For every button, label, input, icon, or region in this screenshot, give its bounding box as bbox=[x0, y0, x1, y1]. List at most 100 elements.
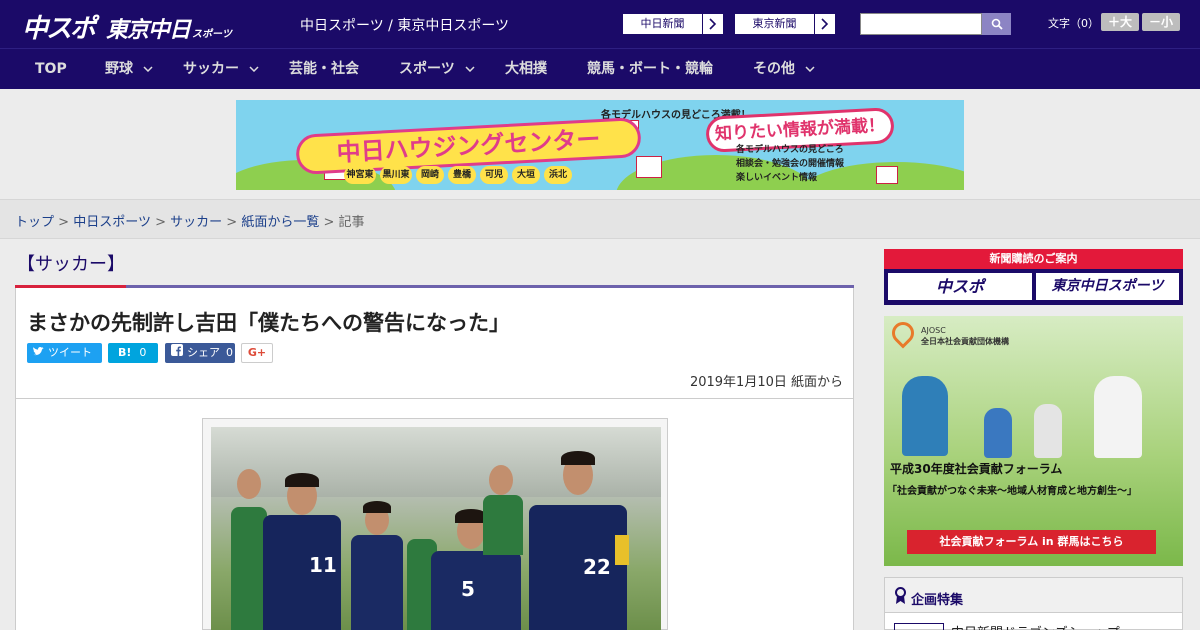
google-plus-icon: G+ bbox=[247, 346, 267, 359]
nav-sumo-label: 大相撲 bbox=[505, 61, 547, 77]
banner-city: 可児 bbox=[480, 166, 508, 184]
top-header: 中スポ 東京中日 スポーツ 中日スポーツ / 東京中日スポーツ 中日新聞 東京新… bbox=[0, 0, 1200, 48]
breadcrumb-separator: > bbox=[155, 215, 166, 230]
tokyo-shimbun-link[interactable]: 東京新聞 bbox=[734, 13, 836, 35]
photo-player-head bbox=[237, 469, 261, 499]
ad-org-short: AJOSC bbox=[921, 326, 946, 335]
twitter-icon bbox=[33, 343, 44, 363]
hatena-count: 0 bbox=[139, 346, 147, 359]
font-size-label: 文字（0） bbox=[1048, 17, 1099, 30]
facebook-share-count: 0 bbox=[226, 346, 233, 359]
tweet-button[interactable]: ツイート bbox=[27, 343, 102, 363]
photo-player bbox=[483, 495, 523, 555]
nav-sumo[interactable]: 大相撲 bbox=[505, 49, 547, 90]
chunichi-shimbun-label: 中日新聞 bbox=[623, 14, 703, 34]
photo-player-hair bbox=[561, 451, 595, 465]
article-date: 2019年1月10日 紙面から bbox=[689, 375, 843, 390]
breadcrumb: トップ > 中日スポーツ > サッカー > 紙面から一覧 > 記事 bbox=[15, 211, 365, 230]
nav-sports[interactable]: スポーツ bbox=[399, 49, 455, 90]
subscribe-chuspo-button[interactable]: 中スポ bbox=[888, 273, 1032, 300]
nav-baseball[interactable]: 野球 bbox=[105, 49, 133, 90]
nav-sports-label: スポーツ bbox=[399, 61, 455, 77]
ribbon-icon bbox=[895, 587, 906, 609]
breadcrumb-link-chuspo[interactable]: 中日スポーツ bbox=[73, 215, 151, 230]
search-input[interactable] bbox=[860, 13, 982, 35]
banner-house bbox=[636, 156, 662, 178]
nav-top[interactable]: TOP bbox=[35, 49, 67, 90]
breadcrumb-link-list[interactable]: 紙面から一覧 bbox=[241, 215, 319, 230]
special-features-header: 企画特集 bbox=[885, 578, 1182, 613]
breadcrumb-link-top[interactable]: トップ bbox=[15, 215, 54, 230]
google-plus-button[interactable]: G+ bbox=[241, 343, 273, 363]
nav-keiba-label: 競馬・ボート・競輪 bbox=[587, 61, 713, 77]
ad-family-figure bbox=[984, 408, 1012, 458]
search-icon bbox=[991, 18, 1003, 30]
hatena-icon: B! bbox=[118, 346, 132, 359]
logo-sports: スポーツ bbox=[192, 29, 232, 40]
article-card: まさかの先制許し吉田「僕たちへの警告になった」 ツイート B! 0 シェア 0 … bbox=[15, 288, 854, 630]
social-contribution-ad[interactable]: AJOSC 全日本社会貢献団体機構 平成30年度社会貢献フォーラム 「社会貢献が… bbox=[884, 316, 1183, 566]
housing-center-banner[interactable]: 各モデルハウスの見どころ満載！ 中日ハウジングセンター 知りたい情報が満載！ 各… bbox=[236, 100, 964, 190]
special-features-box: 企画特集 中日新聞ドラゴンズショップ bbox=[884, 577, 1183, 630]
photo-player bbox=[351, 535, 403, 630]
article-divider bbox=[16, 398, 853, 399]
subscribe-tokyo-chunichi-button[interactable]: 東京中日スポーツ bbox=[1036, 273, 1179, 300]
breadcrumb-band: トップ > 中日スポーツ > サッカー > 紙面から一覧 > 記事 bbox=[0, 199, 1200, 239]
site-logo[interactable]: 中スポ 東京中日 スポーツ bbox=[22, 8, 232, 44]
ad-family-figure bbox=[1034, 404, 1062, 458]
chevron-right-icon bbox=[703, 14, 723, 34]
font-larger-button[interactable]: ＋大 bbox=[1101, 13, 1139, 31]
photo-player-hair bbox=[363, 501, 391, 513]
subscription-box: 新聞購読のご案内 中スポ 東京中日スポーツ bbox=[884, 249, 1183, 305]
ad-family-figure bbox=[902, 376, 948, 456]
banner-city: 浜北 bbox=[544, 166, 572, 184]
banner-feature: 相談会・勉強会の開催情報 bbox=[736, 159, 845, 169]
site-description: 中日スポーツ / 東京中日スポーツ bbox=[300, 18, 510, 34]
breadcrumb-separator: > bbox=[226, 215, 238, 230]
photo-jersey-number: 5 bbox=[461, 577, 475, 601]
nav-top-label: TOP bbox=[35, 61, 67, 77]
photo-player bbox=[231, 507, 267, 630]
main-nav: TOP 野球 サッカー 芸能・社会 スポーツ 大相撲 競馬・ボート・競輪 その他 bbox=[0, 48, 1200, 89]
photo-player bbox=[431, 551, 521, 630]
feature-item-thumbnail[interactable] bbox=[894, 623, 944, 630]
nav-keiba[interactable]: 競馬・ボート・競輪 bbox=[587, 49, 713, 90]
breadcrumb-separator: > bbox=[323, 215, 335, 230]
ad-org-name: 全日本社会貢献団体機構 bbox=[921, 337, 1009, 346]
ajosc-logo-icon bbox=[887, 317, 919, 349]
photo-player bbox=[529, 505, 627, 630]
nav-entertainment[interactable]: 芸能・社会 bbox=[289, 49, 359, 90]
article-photo-frame: 11 5 22 bbox=[202, 418, 668, 630]
breadcrumb-link-soccer[interactable]: サッカー bbox=[170, 215, 222, 230]
ad-subtitle: 「社会貢献がつなぐ未来～地域人材育成と地方創生～」 bbox=[887, 486, 1137, 497]
ad-cta-button[interactable]: 社会貢献フォーラム in 群馬はこちら bbox=[907, 530, 1156, 554]
photo-player-head bbox=[489, 465, 513, 495]
chevron-down-icon bbox=[249, 49, 259, 89]
article-photo[interactable]: 11 5 22 bbox=[211, 427, 661, 630]
nav-soccer-label: サッカー bbox=[183, 61, 239, 77]
tweet-label: ツイート bbox=[48, 346, 92, 359]
facebook-icon bbox=[171, 343, 183, 363]
feature-item-link[interactable]: 中日新聞ドラゴンズショップ bbox=[951, 622, 1120, 630]
subscription-title: 新聞購読のご案内 bbox=[884, 249, 1183, 269]
chevron-right-icon bbox=[815, 14, 835, 34]
chunichi-shimbun-link[interactable]: 中日新聞 bbox=[622, 13, 724, 35]
breadcrumb-current: 記事 bbox=[338, 215, 365, 230]
chevron-down-icon bbox=[805, 49, 815, 89]
facebook-share-button[interactable]: シェア 0 bbox=[165, 343, 235, 363]
nav-entertainment-label: 芸能・社会 bbox=[289, 61, 359, 77]
photo-jersey-number: 11 bbox=[309, 553, 337, 577]
hatena-button[interactable]: B! 0 bbox=[108, 343, 158, 363]
nav-soccer[interactable]: サッカー bbox=[183, 49, 239, 90]
photo-captain-armband bbox=[615, 535, 629, 565]
banner-feature: 各モデルハウスの見どころ bbox=[736, 145, 844, 155]
ad-title: 平成30年度社会貢献フォーラム bbox=[890, 462, 1063, 476]
search-button[interactable] bbox=[982, 13, 1011, 35]
facebook-share-label: シェア bbox=[187, 346, 220, 359]
font-smaller-button[interactable]: －小 bbox=[1142, 13, 1180, 31]
nav-baseball-label: 野球 bbox=[105, 61, 133, 77]
nav-other[interactable]: その他 bbox=[753, 49, 795, 90]
banner-city: 黒川東 bbox=[380, 166, 412, 184]
ad-family-figure bbox=[1094, 376, 1142, 458]
special-features-title: 企画特集 bbox=[911, 593, 964, 608]
